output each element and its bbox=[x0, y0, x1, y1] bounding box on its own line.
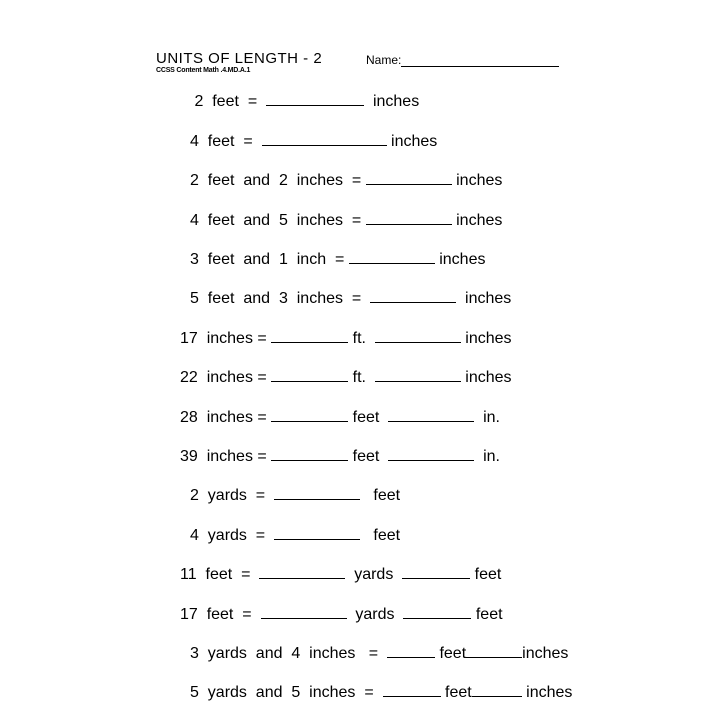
problem-text: inches bbox=[456, 290, 512, 307]
answer-blank-1[interactable] bbox=[259, 564, 346, 579]
problem-text: 17 inches = bbox=[180, 330, 272, 347]
problem-row: 17 inches = ft. inches bbox=[180, 328, 512, 348]
problem-row: 4 yards = feet bbox=[190, 525, 400, 545]
problem-text: 17 feet = bbox=[180, 606, 261, 623]
answer-blank-1[interactable] bbox=[271, 407, 349, 422]
problem-text: inches bbox=[451, 212, 503, 229]
problem-text: inches bbox=[460, 369, 512, 386]
answer-blank-2[interactable] bbox=[466, 643, 523, 658]
answer-blank-1[interactable] bbox=[274, 485, 361, 500]
problem-text: 5 feet and 3 inches = bbox=[190, 290, 371, 307]
problem-text: 22 inches = bbox=[180, 369, 272, 386]
answer-blank-1[interactable] bbox=[271, 328, 349, 343]
answer-blank-1[interactable] bbox=[365, 210, 452, 225]
problem-row: 5 feet and 3 inches = inches bbox=[190, 288, 511, 308]
problem-text: 11 feet = bbox=[180, 566, 260, 583]
problem-text: ft. bbox=[348, 369, 375, 386]
answer-blank-1[interactable] bbox=[348, 249, 435, 264]
problem-text: feet bbox=[440, 684, 472, 701]
answer-blank-2[interactable] bbox=[374, 328, 461, 343]
problem-text: feet bbox=[348, 448, 389, 465]
answer-blank-2[interactable] bbox=[471, 682, 522, 697]
answer-blank-1[interactable] bbox=[370, 288, 457, 303]
problem-row: 22 inches = ft. inches bbox=[180, 367, 512, 387]
problem-row: 4 feet = inches bbox=[190, 131, 437, 151]
answer-blank-1[interactable] bbox=[387, 643, 435, 658]
worksheet-title: UNITS OF LENGTH - 2 bbox=[156, 50, 323, 67]
problem-row: 39 inches = feet in. bbox=[180, 446, 500, 466]
name-field[interactable] bbox=[401, 66, 559, 67]
problem-row: 17 feet = yards feet bbox=[180, 604, 503, 624]
problem-text: 4 yards = bbox=[190, 527, 275, 544]
answer-blank-1[interactable] bbox=[260, 604, 347, 619]
problem-text: feet bbox=[471, 606, 503, 623]
problem-text: ft. bbox=[348, 330, 375, 347]
problem-text: 2 feet = bbox=[190, 93, 267, 110]
problem-text: inches bbox=[434, 251, 486, 268]
problem-row: 3 yards and 4 inches = feet inches bbox=[190, 643, 568, 663]
problem-text: inches bbox=[521, 684, 573, 701]
name-label: Name: bbox=[366, 53, 402, 67]
problem-text: yards bbox=[346, 606, 404, 623]
problem-text: 4 feet and 5 inches = bbox=[190, 212, 366, 229]
answer-blank-2[interactable] bbox=[403, 604, 472, 619]
answer-blank-2[interactable] bbox=[388, 407, 475, 422]
problem-text: inches bbox=[451, 172, 503, 189]
answer-blank-1[interactable] bbox=[261, 131, 387, 146]
problem-text: inches bbox=[364, 93, 420, 110]
problem-text: feet bbox=[470, 566, 502, 583]
problem-text: feet bbox=[360, 527, 401, 544]
answer-blank-1[interactable] bbox=[271, 446, 349, 461]
problem-row: 28 inches = feet in. bbox=[180, 407, 500, 427]
standard-code: CCSS Content Math .4.MD.A.1 bbox=[156, 67, 251, 74]
problem-row: 4 feet and 5 inches = inches bbox=[190, 210, 502, 230]
problem-text: 3 feet and 1 inch = bbox=[190, 251, 349, 268]
problem-row: 3 feet and 1 inch = inches bbox=[190, 249, 485, 269]
problem-row: 2 yards = feet bbox=[190, 485, 400, 505]
answer-blank-1[interactable] bbox=[271, 367, 349, 382]
problem-text: feet bbox=[435, 645, 467, 662]
problem-row: 11 feet = yards feet bbox=[180, 564, 501, 584]
problem-text: 2 yards = bbox=[190, 487, 275, 504]
problem-text: feet bbox=[360, 487, 401, 504]
problem-row: 2 feet = inches bbox=[190, 91, 419, 111]
problem-text: 4 feet = bbox=[190, 133, 262, 150]
problem-text: 3 yards and 4 inches = bbox=[190, 645, 387, 662]
problem-text: 5 yards and 5 inches = bbox=[190, 684, 383, 701]
problem-text: yards bbox=[345, 566, 403, 583]
problem-text: 28 inches = bbox=[180, 409, 272, 426]
answer-blank-1[interactable] bbox=[365, 170, 452, 185]
problem-text: inches bbox=[386, 133, 438, 150]
answer-blank-1[interactable] bbox=[274, 525, 361, 540]
answer-blank-2[interactable] bbox=[388, 446, 475, 461]
problem-row: 2 feet and 2 inches = inches bbox=[190, 170, 502, 190]
answer-blank-1[interactable] bbox=[382, 682, 441, 697]
answer-blank-2[interactable] bbox=[374, 367, 461, 382]
problem-text: in. bbox=[474, 409, 500, 426]
answer-blank-2[interactable] bbox=[402, 564, 471, 579]
problem-text: 39 inches = bbox=[180, 448, 272, 465]
problem-text: inches bbox=[522, 645, 569, 662]
problem-text: inches bbox=[460, 330, 512, 347]
answer-blank-1[interactable] bbox=[266, 91, 365, 106]
problem-text: in. bbox=[474, 448, 500, 465]
problem-row: 5 yards and 5 inches = feet inches bbox=[190, 682, 572, 702]
problem-text: 2 feet and 2 inches = bbox=[190, 172, 366, 189]
problem-text: feet bbox=[348, 409, 389, 426]
